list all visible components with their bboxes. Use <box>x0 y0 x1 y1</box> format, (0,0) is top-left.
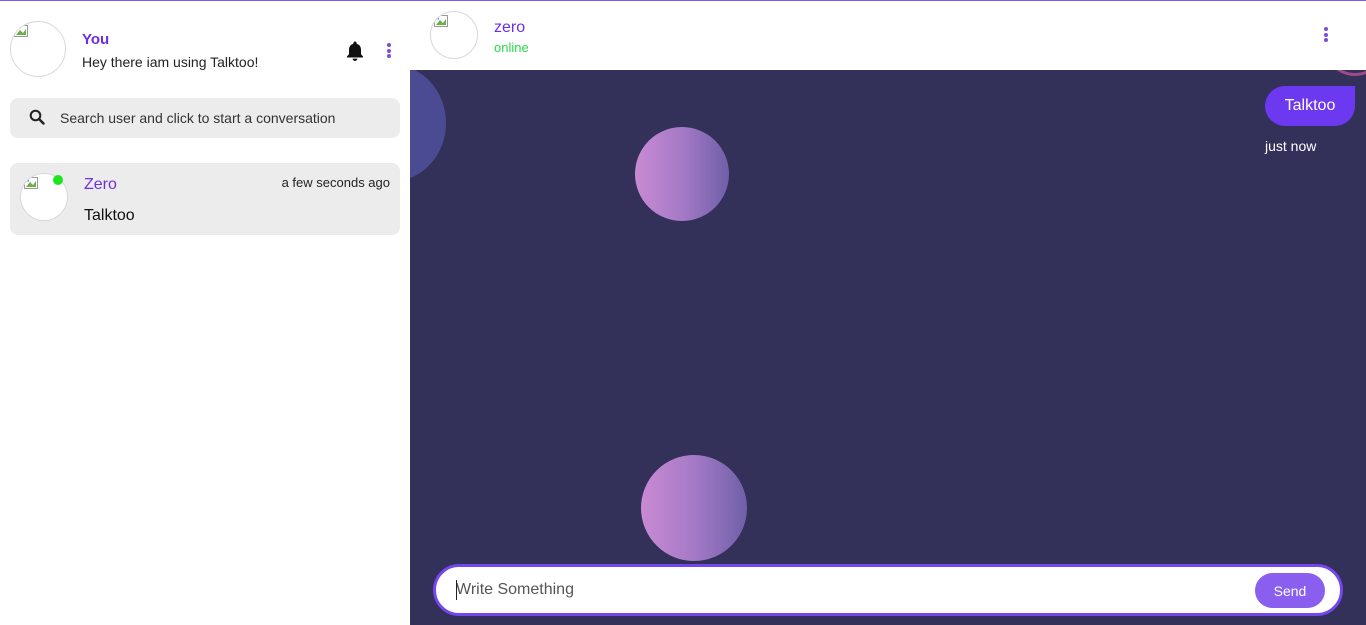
profile-header: You Hey there iam using Talktoo! <box>0 1 410 91</box>
message-composer: Send <box>433 564 1343 616</box>
sidebar: You Hey there iam using Talktoo! Search … <box>0 1 410 625</box>
my-name: You <box>82 31 110 48</box>
broken-image-icon <box>434 15 448 27</box>
message-input[interactable] <box>456 567 1236 613</box>
kebab-menu-icon[interactable] <box>1321 26 1331 44</box>
last-message-preview: Talktoo <box>84 207 135 224</box>
last-message-time: a few seconds ago <box>281 175 390 190</box>
outgoing-message-bubble: Talktoo <box>1265 86 1355 126</box>
text-caret <box>456 580 457 600</box>
kebab-menu-icon[interactable] <box>384 42 394 60</box>
search-icon <box>29 109 45 125</box>
decorative-circle <box>1325 70 1366 76</box>
message-timestamp: just now <box>1265 138 1317 154</box>
search-input[interactable] <box>60 98 390 138</box>
search-bar[interactable] <box>10 98 400 138</box>
my-avatar[interactable] <box>10 21 66 77</box>
online-indicator <box>53 175 63 185</box>
message-area[interactable]: Talktoo just now Send <box>410 70 1366 625</box>
broken-image-icon <box>14 25 28 37</box>
peer-status: online <box>494 40 529 55</box>
decorative-circle <box>641 455 747 561</box>
decorative-circle <box>635 127 729 221</box>
my-status-text: Hey there iam using Talktoo! <box>82 54 259 70</box>
peer-name: zero <box>494 19 526 36</box>
decorative-circle <box>410 70 446 181</box>
contact-name: Zero <box>84 176 117 193</box>
peer-avatar[interactable] <box>430 11 478 59</box>
chat-header: zero online <box>410 1 1366 70</box>
bell-icon[interactable] <box>345 40 365 62</box>
conversation-item[interactable]: Zero a few seconds ago Talktoo <box>10 163 400 235</box>
broken-image-icon <box>24 177 38 189</box>
send-button[interactable]: Send <box>1255 573 1325 608</box>
chat-panel: zero online Talktoo just now Send <box>410 1 1366 625</box>
